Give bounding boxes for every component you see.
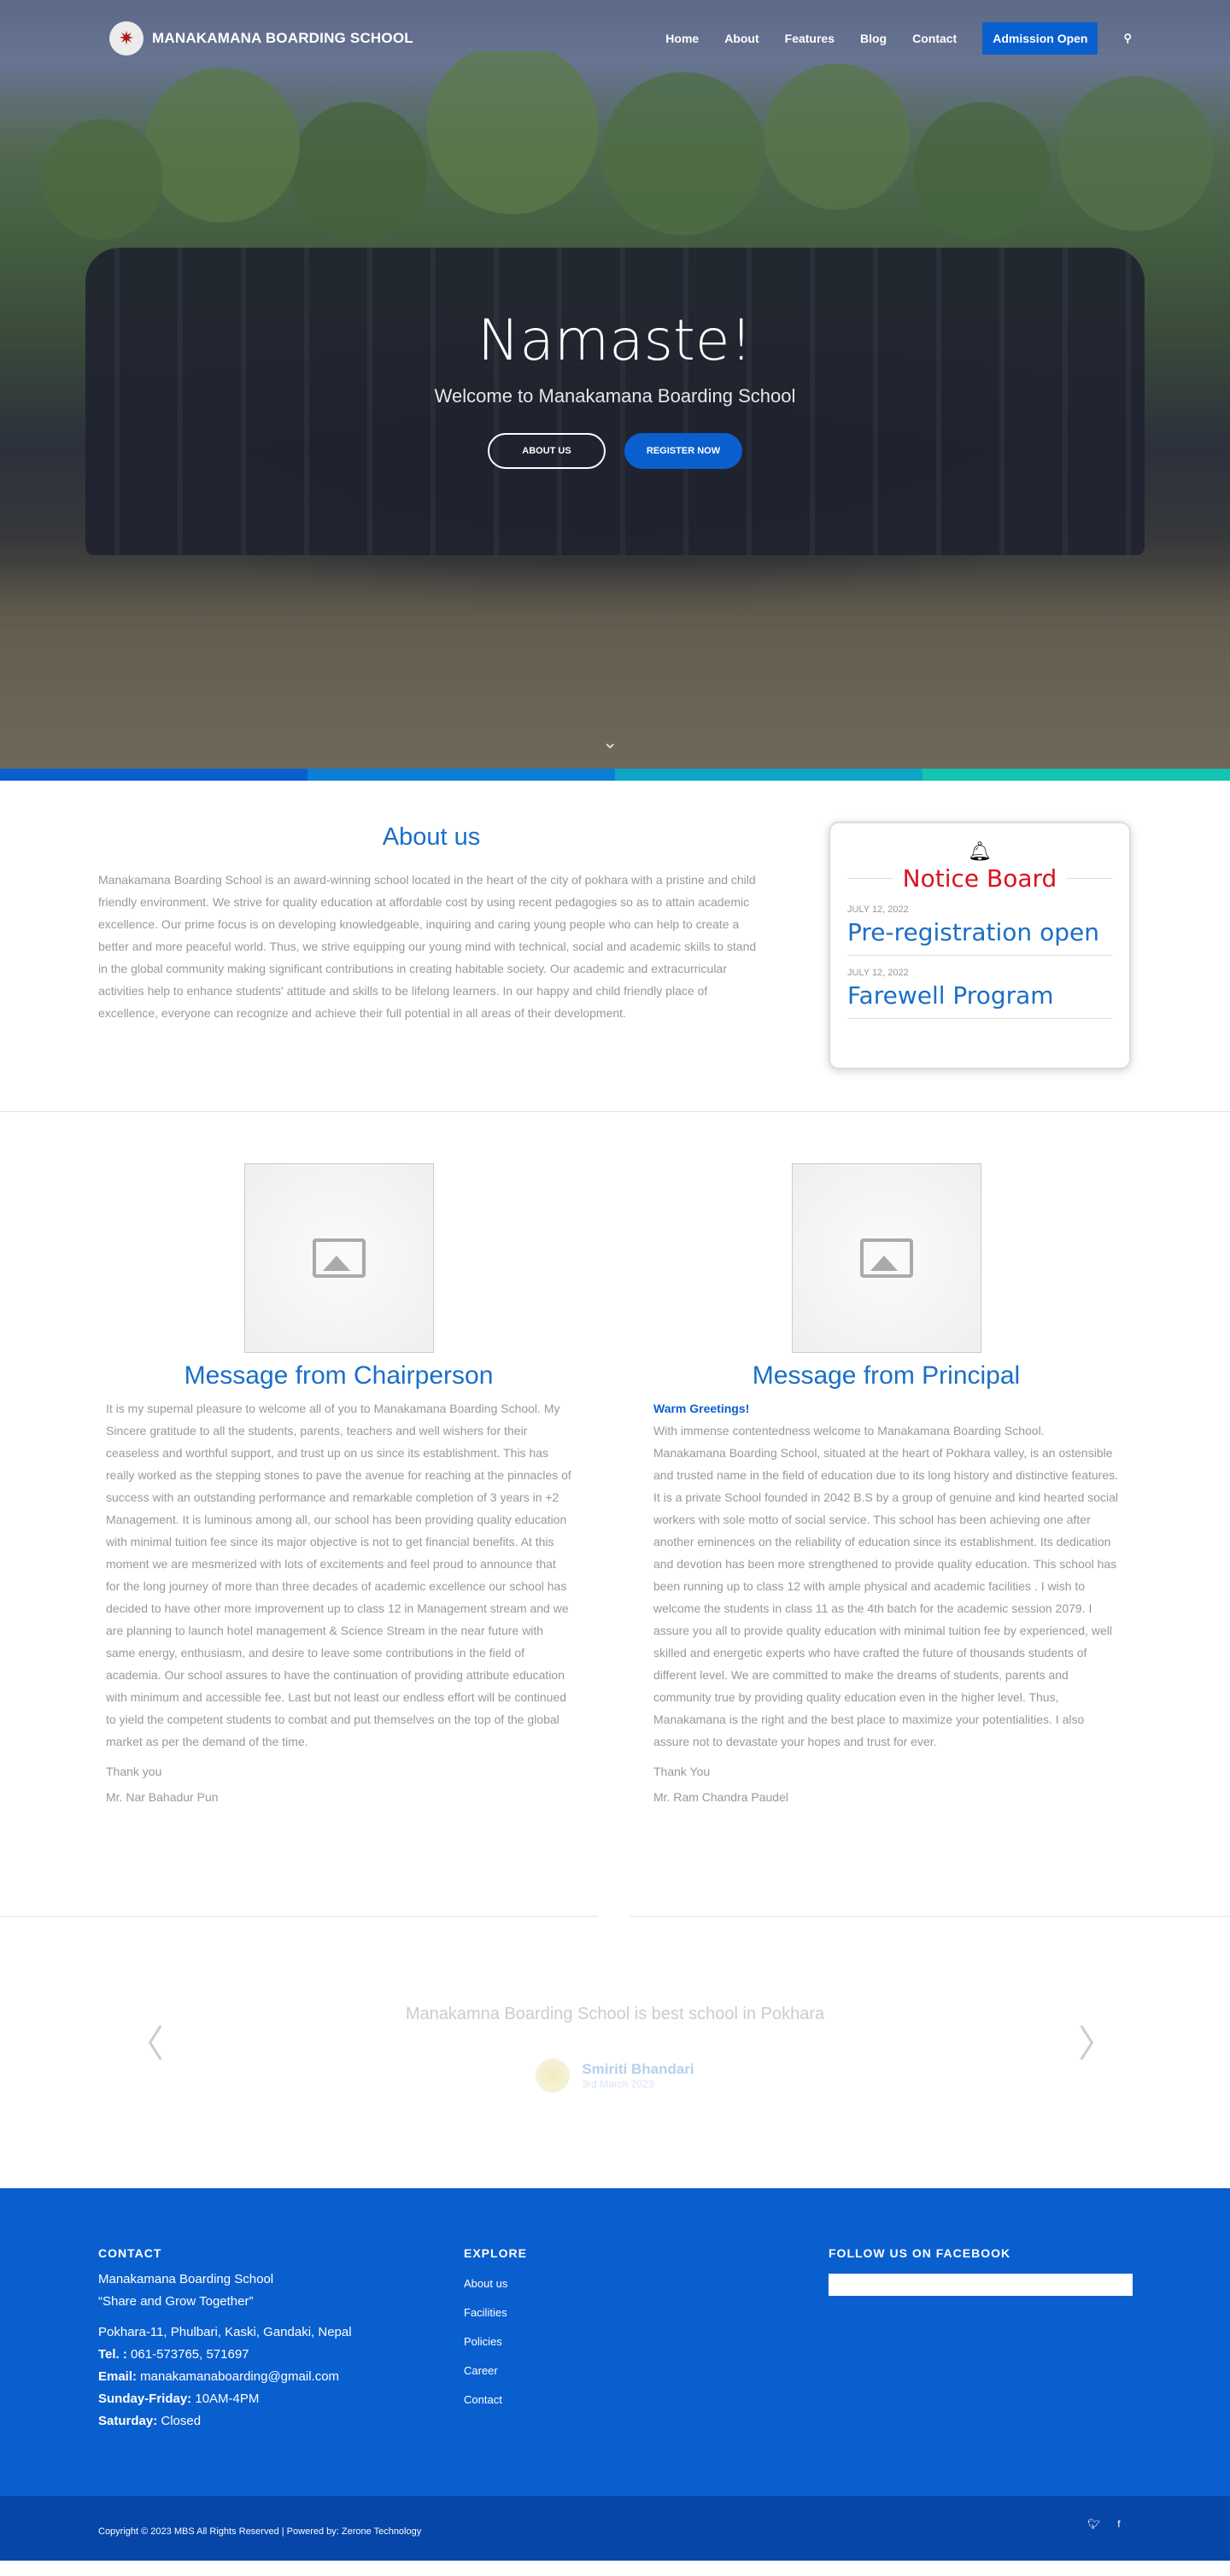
register-now-button[interactable]: REGISTER NOW [624, 433, 742, 469]
chairperson-body: It is my supernal pleasure to welcome al… [106, 1402, 571, 1748]
footer-hours-week: Sunday-Friday: 10AM-4PM [98, 2392, 260, 2406]
footer-motto: “Share and Grow Together” [98, 2294, 254, 2309]
hero-buttons: ABOUT US REGISTER NOW [0, 433, 1230, 469]
notice-title[interactable]: Pre-registration open [847, 918, 1112, 946]
footer-link-facilities[interactable]: Facilities [464, 2306, 720, 2319]
footer: CONTACT Manakamana Boarding School “Shar… [0, 2188, 1230, 2496]
footer-link-contact[interactable]: Contact [464, 2393, 720, 2406]
notice-item[interactable]: JULY 12, 2022 Pre-registration open [847, 893, 1112, 956]
messages-section: Message from Chairperson It is my supern… [0, 1112, 1230, 1936]
stripe-segment [0, 769, 308, 781]
stripe-segment [922, 769, 1230, 781]
notice-board: 🔔︎ Notice Board JULY 12, 2022 Pre-regist… [829, 822, 1131, 1069]
principal-title: Message from Principal [752, 1361, 1021, 1390]
principal-greeting: Warm Greetings! [653, 1402, 750, 1415]
notice-board-title: Notice Board [902, 864, 1057, 893]
nav-features[interactable]: Features [785, 32, 835, 45]
footer-bottom-bar: Copyright © 2023 MBS All Rights Reserved… [0, 2496, 1230, 2561]
chairperson-name: Mr. Nar Bahadur Pun [106, 1790, 219, 1804]
copyright-text: Copyright © 2023 MBS All Rights Reserved… [98, 2526, 422, 2537]
admission-open-button[interactable]: Admission Open [982, 22, 1098, 55]
testimonial-name: Smiriti Bhandari [582, 2061, 694, 2077]
chevron-left-icon[interactable]: 〈 [126, 2013, 164, 2068]
footer-explore-heading: EXPLORE [464, 2246, 527, 2260]
image-placeholder-icon [312, 1238, 366, 1278]
chairperson-title: Message from Chairperson [184, 1361, 494, 1390]
hero-banner: ✷ MANAKAMANA BOARDING SCHOOL Home About … [0, 0, 1230, 769]
social-links: 🐦︎ f [1087, 2518, 1121, 2530]
chevron-right-icon[interactable]: 〉 [1078, 2013, 1116, 2068]
chairperson-photo [243, 1163, 434, 1353]
chairperson-sign: Thank you [106, 1765, 162, 1778]
footer-explore-links: About us Facilities Policies Career Cont… [464, 2277, 720, 2406]
nav-home[interactable]: Home [665, 32, 699, 45]
footer-link-about[interactable]: About us [464, 2277, 720, 2290]
bell-icon: 🔔︎ [968, 840, 992, 862]
testimonial-slider: 〈 〉 Manakamna Boarding School is best sc… [0, 1936, 1230, 2188]
top-navigation: ✷ MANAKAMANA BOARDING SCHOOL Home About … [0, 0, 1230, 77]
principal-body-wrap: Warm Greetings! With immense contentedne… [653, 1397, 1119, 1753]
notice-title[interactable]: Farewell Program [847, 981, 1112, 1010]
footer-hours-sat: Saturday: Closed [98, 2414, 202, 2428]
footer-facebook: FOLLOW US ON FACEBOOK [829, 2246, 1133, 2296]
section-divider [0, 1916, 1230, 1936]
about-title: About us [382, 823, 481, 851]
school-crest-icon: ✷ [109, 21, 144, 56]
footer-link-career[interactable]: Career [464, 2364, 720, 2377]
site-logo[interactable]: ✷ MANAKAMANA BOARDING SCHOOL [109, 21, 413, 56]
notice-date: JULY 12, 2022 [847, 968, 909, 978]
stripe-segment [308, 769, 615, 781]
footer-explore: EXPLORE About us Facilities Policies Car… [464, 2246, 720, 2406]
facebook-widget[interactable] [829, 2274, 1133, 2296]
principal-sign: Thank You [653, 1765, 711, 1778]
nav-blog[interactable]: Blog [860, 32, 887, 45]
footer-address: Pokhara-11, Phulbari, Kaski, Gandaki, Ne… [98, 2325, 352, 2339]
principal-message: Message from Principal Warm Greetings! W… [653, 1163, 1119, 1804]
footer-tel: Tel. : 061-573765, 571697 [98, 2347, 249, 2362]
hero-subtitle: Welcome to Manakamana Boarding School [434, 385, 796, 407]
image-placeholder-icon [859, 1238, 913, 1278]
search-icon[interactable]: ⚲ [1123, 32, 1132, 45]
footer-facebook-heading: FOLLOW US ON FACEBOOK [829, 2246, 1011, 2260]
avatar [536, 2058, 571, 2093]
principal-name: Mr. Ram Chandra Paudel [653, 1790, 788, 1804]
testimonial-author: Smiriti Bhandari 3rd March 2023 [0, 2058, 1230, 2093]
about-section: About us Manakamana Boarding School is a… [0, 781, 1230, 1112]
twitter-icon[interactable]: 🐦︎ [1087, 2518, 1100, 2530]
about-us-button[interactable]: ABOUT US [488, 433, 606, 469]
testimonial-date: 3rd March 2023 [582, 2078, 654, 2090]
footer-contact: CONTACT Manakamana Boarding School “Shar… [98, 2246, 423, 2433]
principal-photo [791, 1163, 981, 1353]
principal-body: With immense contentedness welcome to Ma… [653, 1424, 1119, 1748]
footer-email[interactable]: Email: manakamanaboarding@gmail.com [98, 2366, 423, 2388]
chevron-down-icon[interactable]: ⌄ [602, 731, 618, 753]
notice-item[interactable]: JULY 12, 2022 Farewell Program [847, 956, 1112, 1019]
facebook-icon[interactable]: f [1117, 2518, 1120, 2530]
testimonial-quote: Manakamna Boarding School is best school… [405, 2005, 825, 2023]
stripe-segment [615, 769, 922, 781]
chairperson-message: Message from Chairperson It is my supern… [106, 1163, 571, 1804]
footer-school-name: Manakamana Boarding School [98, 2272, 274, 2286]
nav-contact[interactable]: Contact [912, 32, 957, 45]
color-stripe [0, 769, 1230, 781]
main-nav: Home About Features Blog Contact Admissi… [665, 22, 1132, 55]
footer-link-policies[interactable]: Policies [464, 2335, 720, 2348]
logo-text: MANAKAMANA BOARDING SCHOOL [152, 30, 413, 46]
footer-contact-heading: CONTACT [98, 2246, 162, 2260]
about-column: About us Manakamana Boarding School is a… [98, 823, 764, 1024]
nav-about[interactable]: About [724, 32, 758, 45]
notice-header: Notice Board [847, 864, 1112, 893]
hero-title: Namaste! [477, 307, 753, 373]
notice-date: JULY 12, 2022 [847, 905, 909, 915]
hero-content: Namaste! Welcome to Manakamana Boarding … [0, 307, 1230, 469]
about-text: Manakamana Boarding School is an award-w… [98, 873, 757, 1020]
